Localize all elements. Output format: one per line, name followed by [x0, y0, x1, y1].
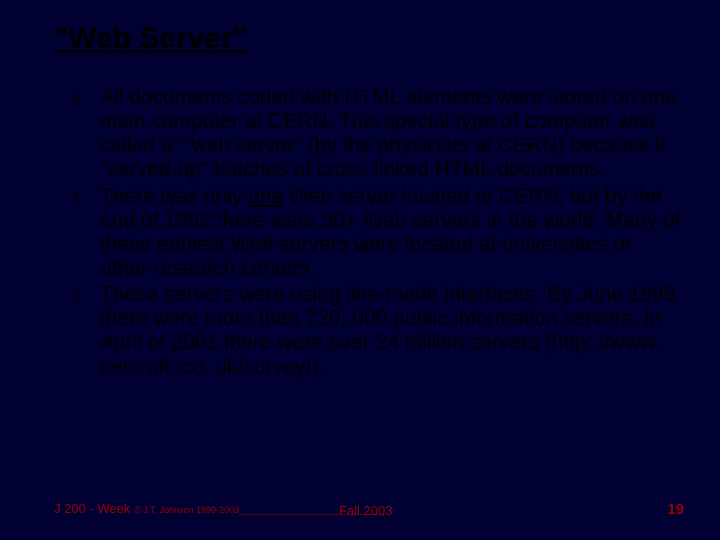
bullet-icon: §: [72, 185, 100, 209]
footer: J 200 - Week © J.T. Johnson 1999-2003___…: [54, 500, 684, 518]
slide: "Web Server" § All documents coded with …: [0, 0, 720, 540]
underlined-word: one: [248, 185, 283, 208]
slide-body: § All documents coded with HTML elements…: [72, 86, 684, 382]
bullet-item: § There was only one Web server located …: [72, 185, 684, 282]
footer-left: J 200 - Week © J.T. Johnson 1999-2003___…: [54, 501, 384, 516]
bullet-text: There was only one Web server located at…: [100, 185, 684, 282]
footer-center: Fall 2003: [339, 503, 392, 518]
bullet-item: § All documents coded with HTML elements…: [72, 86, 684, 183]
text-fragment: There was only: [100, 185, 248, 208]
footer-week: J 200 - Week: [54, 501, 134, 516]
slide-title: "Web Server": [54, 22, 247, 56]
page-number: 19: [667, 501, 684, 518]
bullet-item: § These servers were using line-mode int…: [72, 283, 684, 380]
bullet-icon: §: [72, 86, 100, 110]
bullet-icon: §: [72, 283, 100, 307]
bullet-text: These servers were using line-mode inter…: [100, 283, 684, 380]
bullet-text: All documents coded with HTML elements w…: [100, 86, 684, 183]
